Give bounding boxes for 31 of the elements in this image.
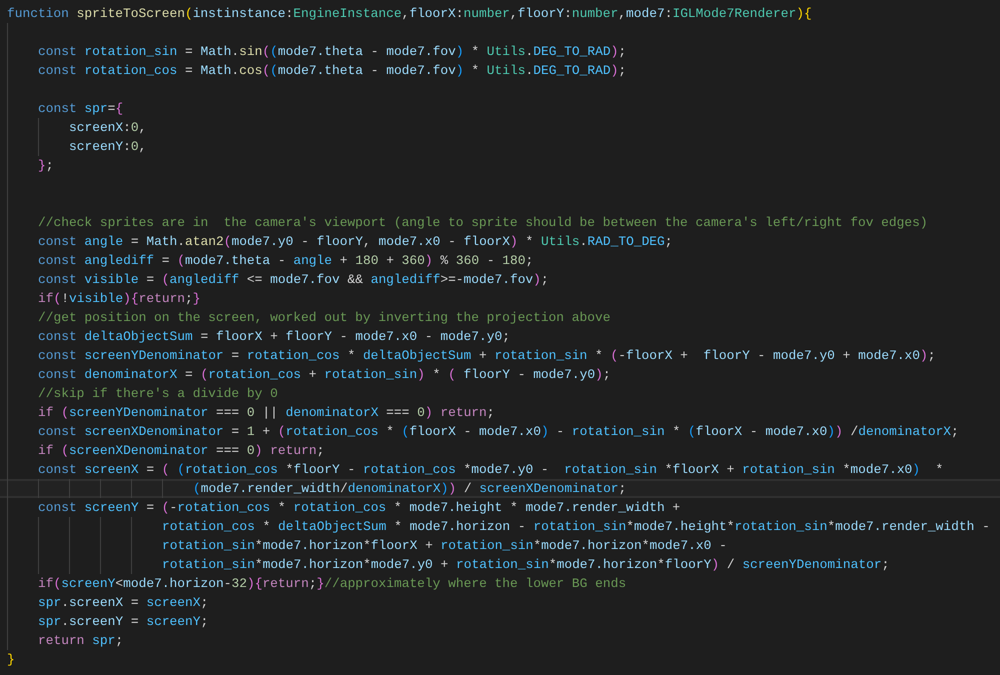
- code-line: function spriteToScreen(instinstance:EngineInstance,floorX:number,floorY:number,mode7:IGLMode7Renderer){: [7, 5, 812, 23]
- code-line: const anglediff = (mode7.theta - angle + 180 + 360) % 360 - 180;: [38, 252, 534, 270]
- code-line: rotation_cos * deltaObjectSum * mode7.horizon - rotation_sin*mode7.height*rotation_sin*mode7.render_width -: [162, 518, 990, 536]
- code-line: screenX:0,: [69, 119, 146, 137]
- code-line: //get position on the screen, worked out by inverting the projection above: [38, 309, 610, 327]
- code-line: screenY:0,: [69, 138, 146, 156]
- code-line: (mode7.render_width/denominatorX)) / screenXDenominator;: [193, 480, 626, 498]
- code-line: if (screenXDenominator === 0) return;: [38, 442, 324, 460]
- code-line: if(screenY<mode7.horizon-32){return;}//approximately where the lower BG ends: [38, 575, 626, 593]
- code-line: rotation_sin*mode7.horizon*mode7.y0 + rotation_sin*mode7.horizon*floorY) / screenYDenominator;: [162, 556, 890, 574]
- code-line: const screenY = (-rotation_cos * rotation_cos * mode7.height * mode7.render_width +: [38, 499, 680, 517]
- code-line: const screenX = ( (rotation_cos *floorY - rotation_cos *mode7.y0 - rotation_sin *floorX + rotation_sin *mode7.x0) *: [38, 461, 944, 479]
- code-line: const visible = (anglediff <= mode7.fov && anglediff>=-mode7.fov);: [38, 271, 549, 289]
- code-line: if(!visible){return;}: [38, 290, 201, 308]
- code-line: const rotation_sin = Math.sin((mode7.theta - mode7.fov) * Utils.DEG_TO_RAD);: [38, 43, 626, 61]
- code-line: //skip if there's a divide by 0: [38, 385, 278, 403]
- code-line: spr.screenX = screenX;: [38, 594, 208, 612]
- code-line: const screenXDenominator = 1 + (rotation_cos * (floorX - mode7.x0) - rotation_sin * (floorX - mode7.x0)) /denominatorX;: [38, 423, 959, 441]
- code-line: //check sprites are in the camera's viewport (angle to sprite should be between the camera's left/right fov edges): [38, 214, 928, 232]
- code-line: const screenYDenominator = rotation_cos * deltaObjectSum + rotation_sin * (-floorX + floorY - mode7.y0 + mode7.x0);: [38, 347, 936, 365]
- code-line: const deltaObjectSum = floorX + floorY - mode7.x0 - mode7.y0;: [38, 328, 510, 346]
- code-line: spr.screenY = screenY;: [38, 613, 208, 631]
- code-line: return spr;: [38, 632, 124, 650]
- code-line: if (screenYDenominator === 0 || denominatorX === 0) return;: [38, 404, 495, 422]
- code-line: const rotation_cos = Math.cos((mode7.theta - mode7.fov) * Utils.DEG_TO_RAD);: [38, 62, 626, 80]
- code-line: rotation_sin*mode7.horizon*floorX + rotation_sin*mode7.horizon*mode7.x0 -: [162, 537, 727, 555]
- code-line: const angle = Math.atan2(mode7.y0 - floorY, mode7.x0 - floorX) * Utils.RAD_TO_DEG;: [38, 233, 673, 251]
- code-line: const spr={: [38, 100, 124, 118]
- code-line: };: [38, 157, 54, 175]
- code-line: const denominatorX = (rotation_cos + rotation_sin) * ( floorY - mode7.y0);: [38, 366, 611, 384]
- code-line: }: [7, 651, 15, 669]
